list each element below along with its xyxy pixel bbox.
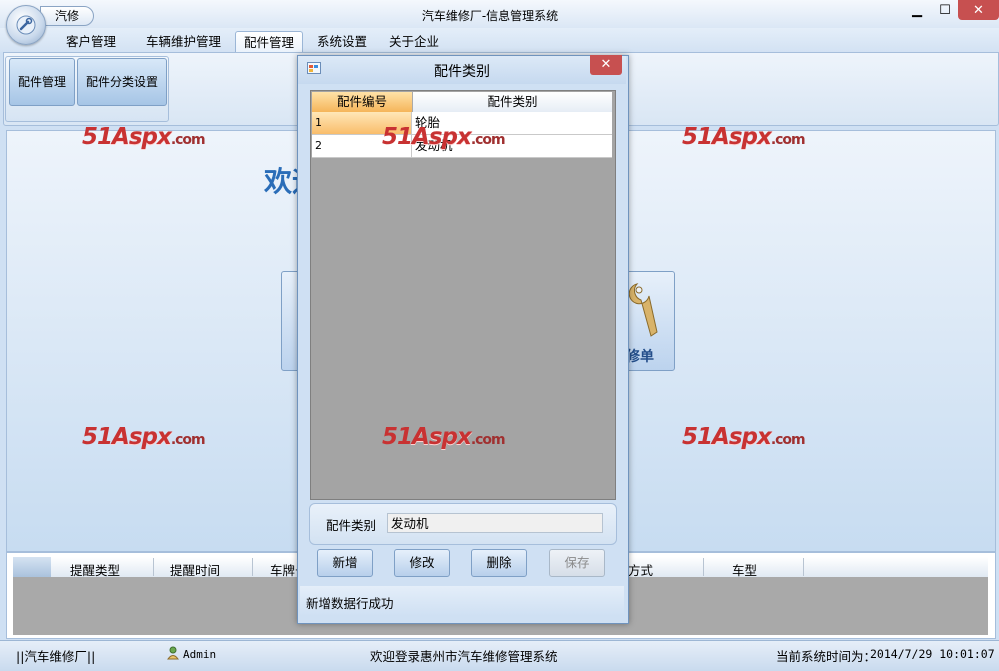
column-divider <box>252 558 253 576</box>
column-divider <box>153 558 154 576</box>
tab-settings[interactable]: 系统设置 <box>309 31 375 52</box>
close-button[interactable]: ✕ <box>958 0 999 20</box>
tab-customer[interactable]: 客户管理 <box>58 31 124 52</box>
grid-select-all[interactable] <box>13 557 51 577</box>
tab-about[interactable]: 关于企业 <box>381 31 447 52</box>
tab-vehicle-maintenance[interactable]: 车辆维护管理 <box>138 31 229 52</box>
tab-parts[interactable]: 配件管理 <box>235 31 304 53</box>
add-button[interactable]: 新增 <box>317 549 373 577</box>
dialog-status-message: 新增数据行成功 <box>306 596 394 611</box>
dialog-title: 配件类别 <box>434 64 490 80</box>
status-company: ||汽车维修厂|| <box>16 649 96 664</box>
save-button[interactable]: 保存 <box>549 549 605 577</box>
status-welcome: 欢迎登录惠州市汽车维修管理系统 <box>370 649 558 664</box>
window-title: 汽车维修厂-信息管理系统 <box>421 9 559 23</box>
wrench-icon <box>628 283 658 337</box>
dialog-close-button[interactable]: ✕ <box>590 55 622 75</box>
column-header-category[interactable]: 配件类别 <box>413 92 612 112</box>
watermark-logo: 51Aspx.com <box>682 424 806 450</box>
watermark-logo: 51Aspx.com <box>82 124 206 150</box>
watermark-logo: 51Aspx.com <box>382 424 506 450</box>
column-header-part-id[interactable]: 配件编号 <box>312 92 413 112</box>
status-user: Admin <box>183 648 217 661</box>
category-field-label: 配件类别 <box>326 518 377 533</box>
column-divider <box>703 558 704 576</box>
watermark-logo: 51Aspx.com <box>682 124 806 150</box>
maximize-button[interactable]: ☐ <box>928 0 962 20</box>
parts-management-button[interactable]: 配件管理 <box>9 58 75 106</box>
watermark-logo: 51Aspx.com <box>82 424 206 450</box>
app-menu-button[interactable] <box>6 5 46 45</box>
status-time-label: 当前系统时间为： <box>776 649 877 664</box>
parts-category-button[interactable]: 配件分类设置 <box>77 58 167 106</box>
category-input[interactable]: 发动机 <box>387 513 603 533</box>
wrench-icon <box>16 15 36 35</box>
status-time-value: 2014/7/29 10:01:07 <box>870 647 995 661</box>
user-icon <box>167 646 179 660</box>
tile-label: 修单 <box>626 349 654 365</box>
column-divider <box>803 558 804 576</box>
delete-button[interactable]: 删除 <box>471 549 527 577</box>
edit-button[interactable]: 修改 <box>394 549 450 577</box>
watermark-logo: 51Aspx.com <box>382 124 506 150</box>
